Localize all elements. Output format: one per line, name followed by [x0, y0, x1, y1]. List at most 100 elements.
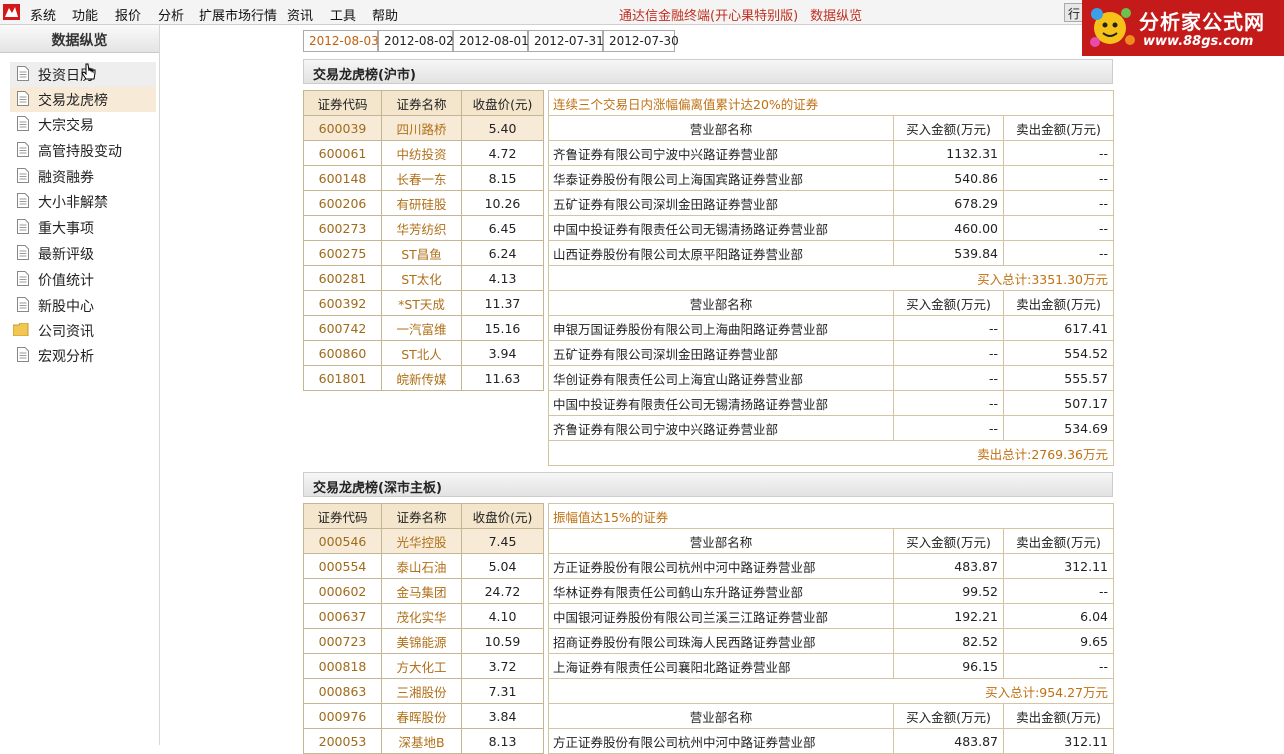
broker-row: 华创证券有限责任公司上海宜山路证券营业部 -- 555.57 [548, 365, 1115, 391]
folder-icon [13, 323, 29, 336]
menu-help[interactable]: 帮助 [372, 5, 398, 24]
close-price: 5.04 [461, 553, 544, 579]
sell-amount: 507.17 [1002, 390, 1115, 416]
sell-amount-header: 卖出金额(万元) [1002, 115, 1115, 141]
sidebar-item-7[interactable]: 最新评级 [10, 241, 156, 266]
stock-code: 600392 [303, 290, 382, 316]
sidebar-item-2[interactable]: 大宗交易 [10, 112, 156, 137]
buy-amount: -- [893, 340, 1004, 366]
stock-row[interactable]: 600061 中纺投资 4.72 [303, 140, 544, 166]
sidebar-item-4[interactable]: 融资融券 [10, 164, 156, 189]
stock-code: 600860 [303, 340, 382, 366]
buy-amount: -- [893, 390, 1004, 416]
stock-row[interactable]: 600148 长春一东 8.15 [303, 165, 544, 191]
broker-row: 方正证券股份有限公司杭州中河中路证券营业部 483.87 312.11 [548, 728, 1115, 754]
broker-table-sh: 连续三个交易日内涨幅偏离值累计达20%的证券 营业部名称 买入金额(万元) 卖出金额(… [547, 90, 1115, 466]
close-price: 8.15 [461, 165, 544, 191]
stock-row[interactable]: 200053 深基地B 8.13 [303, 728, 544, 754]
stock-code: 601801 [303, 365, 382, 391]
date-tab[interactable]: 2012-08-03 [303, 30, 379, 52]
stock-row[interactable]: 601801 皖新传媒 11.63 [303, 365, 544, 391]
sidebar-item-8[interactable]: 价值统计 [10, 267, 156, 292]
document-icon [17, 66, 29, 81]
sidebar-item-6[interactable]: 重大事项 [10, 215, 156, 240]
stock-name: 方大化工 [381, 653, 462, 679]
broker-name: 华林证券有限责任公司鹤山东升路证券营业部 [548, 578, 894, 604]
sell-amount: 555.57 [1002, 365, 1115, 391]
menu-info[interactable]: 资讯 [287, 5, 313, 24]
stock-row[interactable]: 000637 茂化实华 4.10 [303, 603, 544, 629]
app-title: 通达信金融终端(开心果特别版) [619, 9, 799, 24]
date-tab[interactable]: 2012-08-02 [378, 30, 454, 52]
broker-header-row: 营业部名称 买入金额(万元) 卖出金额(万元) [548, 528, 1115, 554]
broker-header-row: 营业部名称 买入金额(万元) 卖出金额(万元) [548, 290, 1115, 316]
col-header-price: 收盘价(元) [461, 503, 544, 529]
document-icon [17, 245, 29, 260]
document-icon [17, 297, 29, 312]
buy-amount-header: 买入金额(万元) [893, 703, 1004, 729]
sidebar-item-1[interactable]: 交易龙虎榜 [10, 87, 156, 112]
broker-name: 齐鲁证券有限公司宁波中兴路证券营业部 [548, 140, 894, 166]
stock-row[interactable]: 600742 一汽富维 15.16 [303, 315, 544, 341]
sidebar-item-label: 大小非解禁 [38, 195, 108, 211]
sidebar-item-label: 交易龙虎榜 [38, 93, 108, 109]
broker-row: 方正证券股份有限公司杭州中河中路证券营业部 483.87 312.11 [548, 553, 1115, 579]
stock-row[interactable]: 600281 ST太化 4.13 [303, 265, 544, 291]
sell-amount: -- [1002, 190, 1115, 216]
date-tab[interactable]: 2012-07-30 [603, 30, 679, 52]
stock-row[interactable]: 000863 三湘股份 7.31 [303, 678, 544, 704]
app-logo-icon [3, 4, 20, 20]
stock-name: 一汽富维 [381, 315, 462, 341]
detail-caption: 振幅值达15%的证券 [547, 503, 1115, 529]
stock-row[interactable]: 000554 泰山石油 5.04 [303, 553, 544, 579]
stock-row[interactable]: 000602 金马集团 24.72 [303, 578, 544, 604]
stock-code: 000602 [303, 578, 382, 604]
stock-row[interactable]: 600392 *ST天成 11.37 [303, 290, 544, 316]
menu-function[interactable]: 功能 [72, 5, 98, 24]
close-price: 24.72 [461, 578, 544, 604]
broker-row: 五矿证券有限公司深圳金田路证券营业部 -- 554.52 [548, 340, 1115, 366]
stock-code: 600148 [303, 165, 382, 191]
stock-row[interactable]: 600039 四川路桥 5.40 [303, 115, 544, 141]
document-icon [17, 193, 29, 208]
stock-row[interactable]: 000976 春晖股份 3.84 [303, 703, 544, 729]
menu-system[interactable]: 系统 [30, 5, 56, 24]
col-header-name: 证券名称 [381, 503, 462, 529]
sidebar-item-3[interactable]: 高管持股变动 [10, 138, 156, 163]
sell-amount: -- [1002, 140, 1115, 166]
stock-name: ST太化 [381, 265, 462, 291]
broker-row: 中国中投证券有限责任公司无锡清扬路证券营业部 460.00 -- [548, 215, 1115, 241]
stock-row[interactable]: 000818 方大化工 3.72 [303, 653, 544, 679]
buy-amount: 82.52 [893, 628, 1004, 654]
menu-tools[interactable]: 工具 [330, 5, 356, 24]
sidebar-item-5[interactable]: 大小非解禁 [10, 189, 156, 214]
stock-row[interactable]: 600206 有研硅股 10.26 [303, 190, 544, 216]
stock-row[interactable]: 600275 ST昌鱼 6.24 [303, 240, 544, 266]
stock-code: 000723 [303, 628, 382, 654]
close-price: 11.37 [461, 290, 544, 316]
stock-code: 200053 [303, 728, 382, 754]
stock-name: 有研硅股 [381, 190, 462, 216]
sell-amount-header: 卖出金额(万元) [1002, 703, 1115, 729]
sidebar-item-10[interactable]: 公司资讯 [10, 318, 156, 343]
stock-name: ST昌鱼 [381, 240, 462, 266]
broker-row: 中国银河证券股份有限公司兰溪三江路证券营业部 192.21 6.04 [548, 603, 1115, 629]
date-tab[interactable]: 2012-07-31 [528, 30, 604, 52]
sidebar-item-9[interactable]: 新股中心 [10, 293, 156, 318]
stock-row[interactable]: 600273 华芳纺织 6.45 [303, 215, 544, 241]
date-tab[interactable]: 2012-08-01 [453, 30, 529, 52]
stock-name: 华芳纺织 [381, 215, 462, 241]
stock-name: 四川路桥 [381, 115, 462, 141]
stock-name: 茂化实华 [381, 603, 462, 629]
close-price: 7.45 [461, 528, 544, 554]
menu-extended-market[interactable]: 扩展市场行情 [199, 5, 277, 24]
stock-row[interactable]: 000723 美锦能源 10.59 [303, 628, 544, 654]
stock-row[interactable]: 600860 ST北人 3.94 [303, 340, 544, 366]
menu-quote[interactable]: 报价 [115, 5, 141, 24]
buy-amount: 460.00 [893, 215, 1004, 241]
menu-analysis[interactable]: 分析 [158, 5, 184, 24]
sidebar-item-11[interactable]: 宏观分析 [10, 343, 156, 368]
detail-caption-row: 连续三个交易日内涨幅偏离值累计达20%的证券 [547, 90, 1115, 116]
stock-row[interactable]: 000546 光华控股 7.45 [303, 528, 544, 554]
stock-name: 金马集团 [381, 578, 462, 604]
